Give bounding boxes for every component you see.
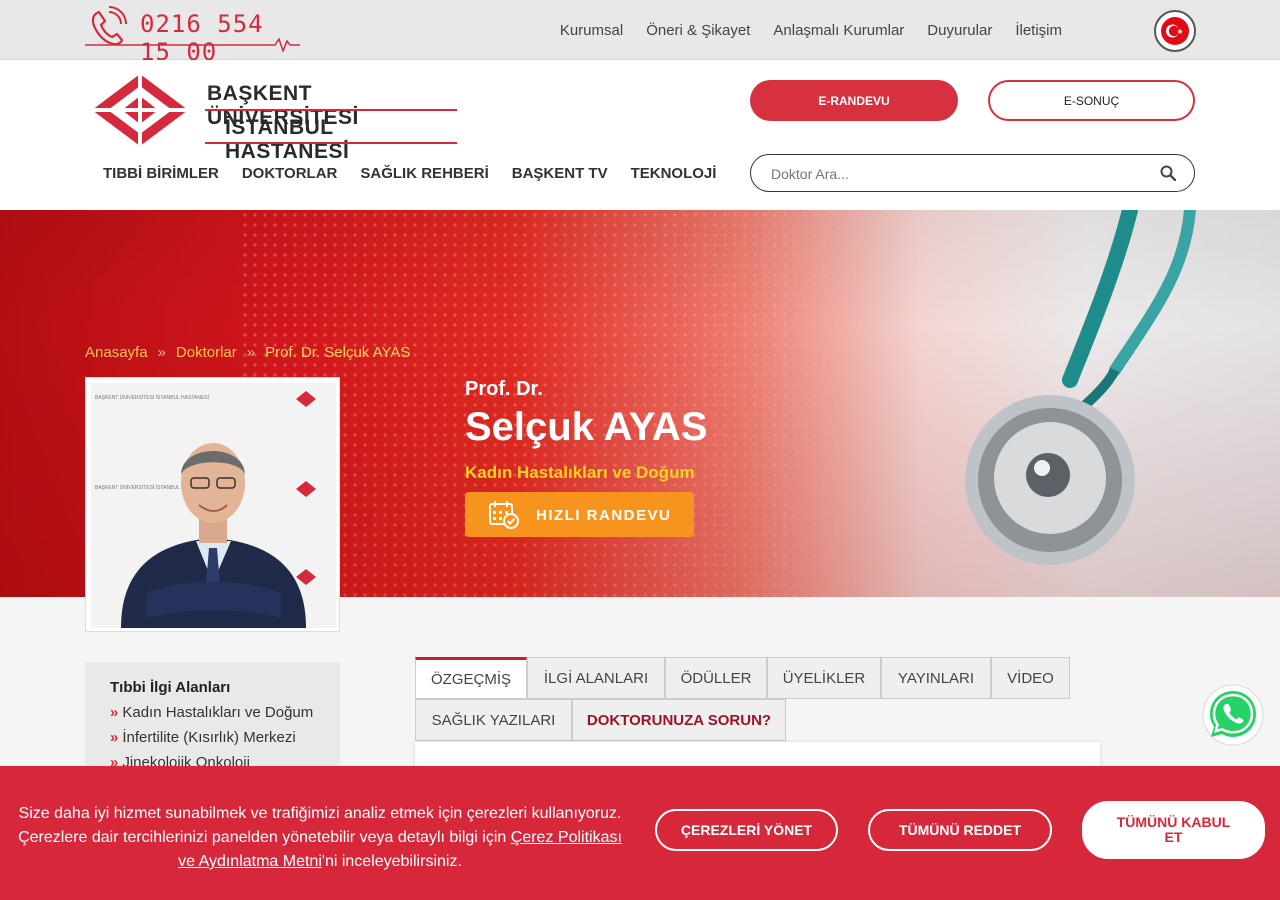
- tab-doktorunuza-sorun[interactable]: DOKTORUNUZA SORUN?: [572, 699, 786, 741]
- doctor-portrait-image: BAŞKENT ÜNİVERSİTESİ İSTANBUL HASTANESİ …: [91, 383, 336, 628]
- doctor-department[interactable]: Kadın Hastalıkları ve Doğum: [465, 463, 695, 483]
- quick-appointment-button[interactable]: HIZLI RANDEVU: [465, 492, 694, 537]
- tab-ilgi-alanlari[interactable]: İLGİ ALANLARI: [527, 657, 665, 699]
- turkish-flag-icon: [1161, 17, 1189, 45]
- logo-underline: [205, 142, 457, 144]
- phone-contact[interactable]: 0216 554 15 00: [85, 6, 300, 66]
- cookie-message-text-end: 'ni inceleyebilirsiniz.: [321, 853, 462, 870]
- search-icon[interactable]: [1160, 165, 1176, 181]
- hospital-logo[interactable]: BAŞKENT ÜNİVERSİTESİ İSTANBUL HASTANESİ: [90, 72, 460, 163]
- doctor-title: Prof. Dr.: [465, 378, 543, 400]
- reject-all-button[interactable]: TÜMÜNÜ REDDET: [868, 809, 1052, 851]
- chevron-right-icon: »: [110, 704, 119, 721]
- e-randevu-button[interactable]: E-RANDEVU: [750, 80, 958, 121]
- breadcrumb: Anasayfa » Doktorlar » Prof. Dr. Selçuk …: [85, 344, 410, 361]
- doctor-photo: BAŞKENT ÜNİVERSİTESİ İSTANBUL HASTANESİ …: [91, 383, 336, 628]
- tab-saglik-yazilari[interactable]: SAĞLIK YAZILARI: [415, 699, 572, 741]
- whatsapp-icon[interactable]: [1202, 684, 1264, 746]
- tab-yayinlari[interactable]: YAYINLARI: [881, 657, 991, 699]
- sidebar-item-label: Kadın Hastalıkları ve Doğum: [122, 704, 314, 721]
- doctor-photo-card: BAŞKENT ÜNİVERSİTESİ İSTANBUL HASTANESİ …: [85, 377, 340, 632]
- breadcrumb-separator: »: [157, 344, 166, 361]
- doctor-search-input[interactable]: [771, 163, 1141, 185]
- nav-baskent-tv[interactable]: BAŞKENT TV: [512, 165, 608, 182]
- sidebar-item-kadin-hastaliklari[interactable]: » Kadın Hastalıkları ve Doğum: [110, 704, 315, 729]
- chevron-right-icon: »: [110, 729, 119, 746]
- quick-appointment-label: HIZLI RANDEVU: [536, 507, 672, 524]
- accept-all-button[interactable]: TÜMÜNÜ KABUL ET: [1082, 801, 1265, 859]
- tab-oduller[interactable]: ÖDÜLLER: [665, 657, 767, 699]
- breadcrumb-separator: »: [246, 344, 256, 361]
- sidebar-item-infertilite[interactable]: » İnfertilite (Kısırlık) Merkezi: [110, 729, 315, 754]
- tab-uyelikler[interactable]: ÜYELİKLER: [767, 657, 881, 699]
- logo-emblem-icon: [92, 74, 188, 146]
- breadcrumb-home[interactable]: Anasayfa: [85, 344, 148, 361]
- doctor-name: Selçuk AYAS: [465, 405, 708, 449]
- cookie-message: Size daha iyi hizmet sunabilmek ve trafi…: [10, 802, 630, 874]
- nav-saglik-rehberi[interactable]: SAĞLIK REHBERİ: [360, 165, 488, 182]
- breadcrumb-current: Prof. Dr. Selçuk AYAS: [265, 344, 411, 361]
- logo-text-hospital: İSTANBUL HASTANESİ: [225, 116, 350, 163]
- heartbeat-line-icon: [85, 38, 300, 52]
- tab-video[interactable]: VİDEO: [991, 657, 1070, 699]
- backdrop-text: BAŞKENT ÜNİVERSİTESİ İSTANBUL HASTANESİ: [95, 394, 209, 401]
- toplink-duyurular[interactable]: Duyurular: [927, 22, 992, 39]
- doctor-search: [750, 154, 1195, 192]
- nav-teknoloji[interactable]: TEKNOLOJİ: [631, 165, 717, 182]
- sidebar-item-label: İnfertilite (Kısırlık) Merkezi: [122, 729, 296, 746]
- toplink-oneri-sikayet[interactable]: Öneri & Şikayet: [646, 22, 750, 39]
- breadcrumb-doctors[interactable]: Doktorlar: [176, 344, 237, 361]
- toplink-iletisim[interactable]: İletişim: [1015, 22, 1062, 39]
- nav-tibbi-birimler[interactable]: TIBBİ BİRİMLER: [103, 165, 219, 182]
- main-nav: TIBBİ BİRİMLER DOKTORLAR SAĞLIK REHBERİ …: [103, 165, 716, 182]
- sidebar-title: Tıbbi İlgi Alanları: [110, 679, 231, 696]
- toplink-kurumsal[interactable]: Kurumsal: [560, 22, 623, 39]
- top-bar: 0216 554 15 00 Kurumsal Öneri & Şikayet …: [0, 0, 1280, 66]
- stethoscope-image: [965, 210, 1196, 565]
- e-sonuc-button[interactable]: E-SONUÇ: [988, 80, 1195, 121]
- toplink-anlasmali-kurumlar[interactable]: Anlaşmalı Kurumlar: [773, 22, 904, 39]
- top-links: Kurumsal Öneri & Şikayet Anlaşmalı Kurum…: [560, 0, 1062, 60]
- language-switch[interactable]: [1154, 10, 1196, 52]
- nav-doktorlar[interactable]: DOKTORLAR: [242, 165, 338, 182]
- logo-divider: [205, 109, 457, 111]
- header: BAŞKENT ÜNİVERSİTESİ İSTANBUL HASTANESİ …: [0, 60, 1280, 210]
- manage-cookies-button[interactable]: ÇEREZLERİ YÖNET: [655, 809, 838, 851]
- cookie-consent-bar: Size daha iyi hizmet sunabilmek ve trafi…: [0, 766, 1280, 900]
- calendar-check-icon: [489, 501, 519, 529]
- tab-ozgecmis[interactable]: ÖZGEÇMİŞ: [415, 657, 527, 699]
